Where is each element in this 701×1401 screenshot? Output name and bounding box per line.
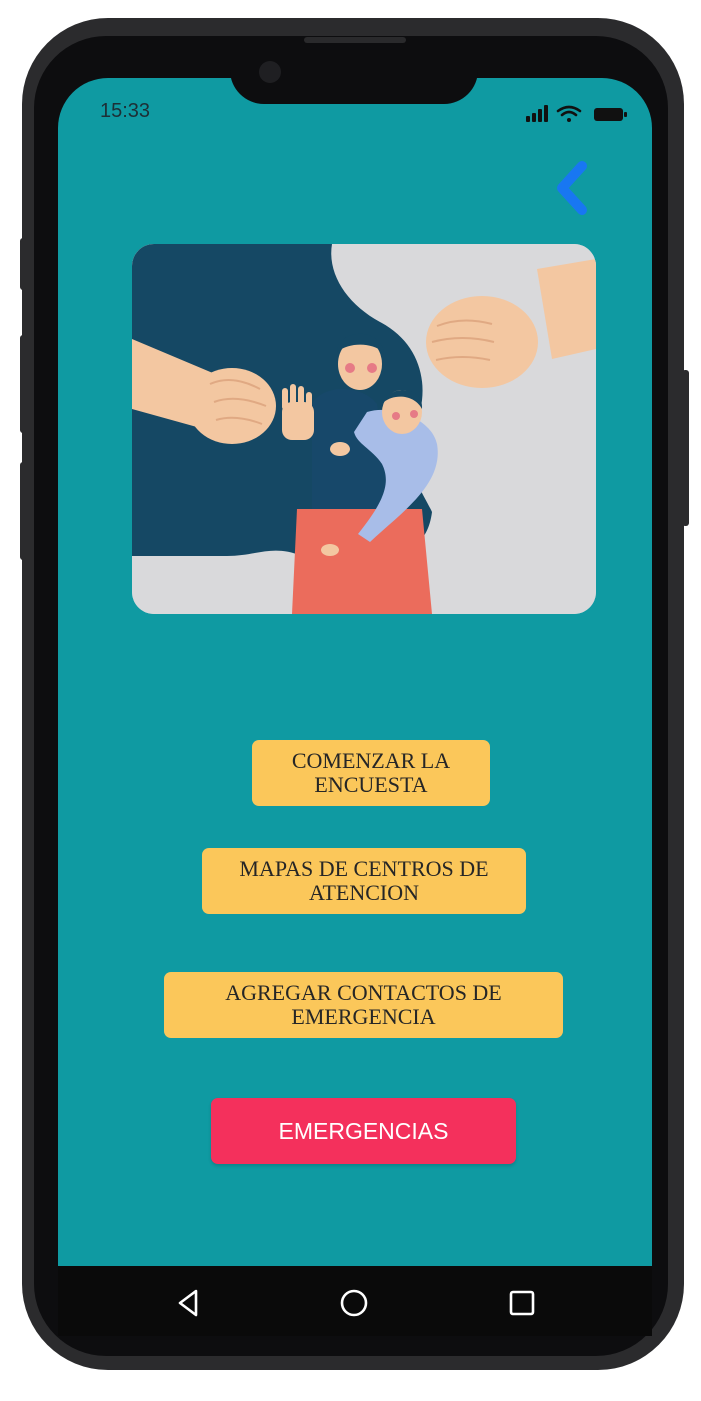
back-triangle-icon [178,1289,198,1317]
chevron-left-icon [557,161,587,215]
emergencies-button[interactable]: EMERGENCIAS [211,1098,516,1164]
battery-icon [594,108,627,121]
nav-recents-button[interactable] [505,1286,539,1320]
power-button [682,370,689,526]
nav-back-button[interactable] [172,1286,206,1320]
recents-square-icon [509,1290,535,1316]
care-centers-map-button[interactable]: MAPAS DE CENTROS DE ATENCION [202,848,526,914]
signal-icon [526,105,548,122]
status-time: 15:33 [100,100,151,122]
mute-switch [20,238,26,290]
front-camera [259,61,281,83]
add-emergency-contacts-button[interactable]: AGREGAR CONTACTOS DE EMERGENCIA [164,972,563,1038]
right-fist-icon [426,296,538,388]
stop-hand-icon [282,384,314,440]
speaker-grille [304,37,406,43]
back-button[interactable] [548,160,594,216]
home-circle-icon [340,1289,368,1317]
woman-skirt [292,509,432,614]
volume-up-button [20,335,26,433]
left-fist-icon [188,368,276,444]
hero-illustration [132,244,596,614]
volume-down-button [20,462,26,560]
nav-home-button[interactable] [337,1286,371,1320]
start-survey-button[interactable]: COMENZAR LA ENCUESTA [252,740,490,806]
wifi-icon [556,105,582,122]
status-icons [526,104,630,124]
